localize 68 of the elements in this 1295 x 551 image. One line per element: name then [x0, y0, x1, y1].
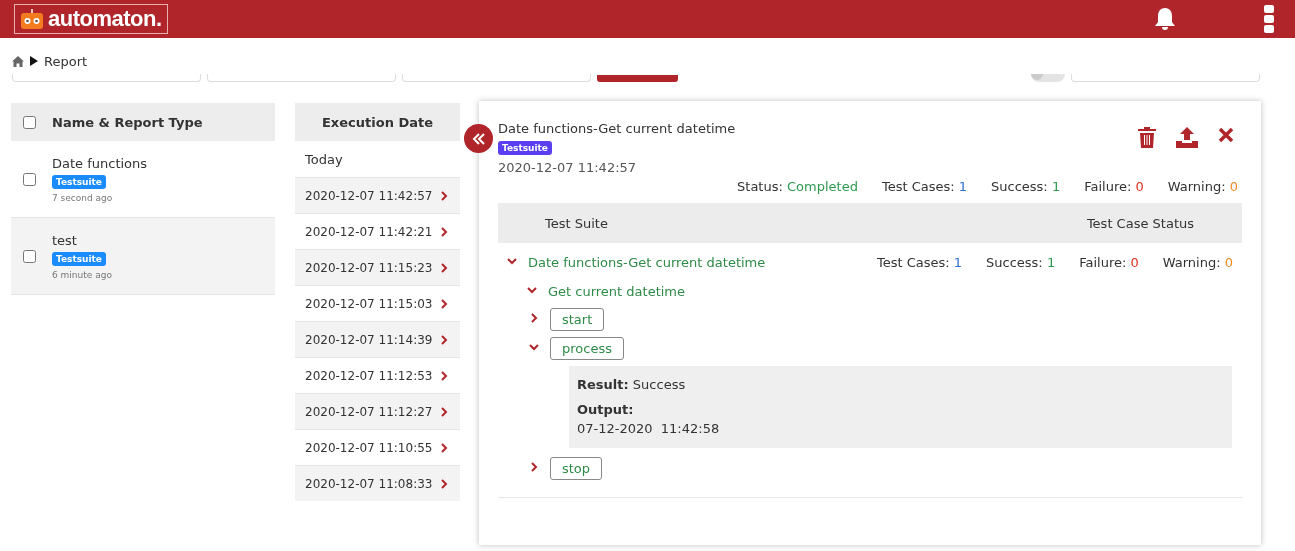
home-icon[interactable]: [12, 55, 24, 67]
report-age: 6 minute ago: [52, 269, 112, 280]
case-name[interactable]: Get current datetime: [548, 283, 685, 299]
execution-date[interactable]: 2020-12-07 11:08:33: [305, 476, 433, 491]
step-button[interactable]: process: [550, 337, 624, 360]
column-header: Name & Report Type: [52, 114, 203, 130]
stat: Test Cases: 1: [881, 179, 968, 194]
chevron-right-icon[interactable]: [438, 369, 450, 382]
stat: Failure: 0: [1079, 254, 1139, 270]
stat: Success: 1: [986, 254, 1056, 270]
chevron-right-icon[interactable]: [438, 261, 450, 274]
close-icon: [1218, 127, 1234, 143]
execution-date[interactable]: 2020-12-07 11:42:57: [305, 188, 433, 203]
logo-text: automaton.: [48, 6, 162, 32]
execution-date[interactable]: 2020-12-07 11:12:27: [305, 404, 433, 419]
chevron-down-icon[interactable]: [528, 341, 540, 353]
date-group: Today: [295, 141, 460, 177]
upload-icon: [1176, 127, 1198, 148]
filter-field[interactable]: [1071, 74, 1260, 82]
chevron-right-icon[interactable]: [438, 405, 450, 418]
trash-icon: [1138, 127, 1156, 148]
stat: Test Cases: 1: [876, 254, 963, 270]
row-checkbox[interactable]: [23, 172, 36, 186]
stat: Warning: 0: [1167, 179, 1238, 194]
filter-field[interactable]: [12, 74, 201, 82]
column-header: Test Suite: [545, 215, 608, 231]
triangle-right-icon: [30, 56, 38, 66]
type-tag: Testsuite: [52, 174, 106, 189]
stat: Failure: 0: [1084, 179, 1144, 194]
chevron-right-icon[interactable]: [438, 189, 450, 202]
bell-icon[interactable]: [1154, 7, 1176, 31]
more-menu-icon[interactable]: [1264, 5, 1274, 33]
chevron-right-icon[interactable]: [528, 312, 540, 324]
filter-field[interactable]: [207, 74, 396, 82]
result-text: Result: Success: [577, 377, 687, 392]
column-header: Execution Date: [295, 103, 460, 141]
filter-field[interactable]: [402, 74, 591, 82]
double-chevron-left-icon: [471, 132, 486, 145]
type-tag: Testsuite: [498, 141, 552, 155]
output-label: Output:: [577, 402, 635, 417]
report-name[interactable]: test: [52, 232, 77, 248]
report-name[interactable]: Date functions: [52, 155, 148, 171]
execution-date[interactable]: 2020-12-07 11:15:23: [305, 260, 433, 275]
detail-title: Date functions-Get current datetime: [498, 121, 736, 136]
chevron-right-icon[interactable]: [528, 461, 540, 473]
report-age: 7 second ago: [52, 192, 113, 203]
column-header: Test Case Status: [1086, 215, 1194, 231]
toggle-switch[interactable]: [1031, 74, 1065, 82]
stat: Warning: 0: [1162, 254, 1233, 270]
chevron-right-icon[interactable]: [438, 333, 450, 346]
chevron-right-icon[interactable]: [438, 477, 450, 490]
chevron-right-icon[interactable]: [438, 441, 450, 454]
detail-date: 2020-12-07 11:42:57: [498, 160, 637, 175]
stat: Success: 1: [991, 179, 1061, 194]
breadcrumb-current: Report: [44, 53, 88, 69]
select-all-checkbox[interactable]: [23, 115, 36, 129]
stat: Status: Completed: [737, 179, 858, 194]
chevron-right-icon[interactable]: [438, 225, 450, 238]
execution-date[interactable]: 2020-12-07 11:14:39: [305, 332, 433, 347]
robot-logo-icon: [20, 8, 44, 30]
output-value: 07-12-2020 11:42:58: [577, 421, 721, 436]
collapse-button[interactable]: [464, 124, 493, 153]
chevron-right-icon[interactable]: [438, 297, 450, 310]
row-checkbox[interactable]: [23, 249, 36, 263]
step-button[interactable]: start: [550, 308, 605, 331]
suite-name[interactable]: Date functions-Get current datetime: [528, 254, 766, 270]
type-tag: Testsuite: [52, 251, 106, 266]
step-button[interactable]: stop: [550, 457, 603, 480]
